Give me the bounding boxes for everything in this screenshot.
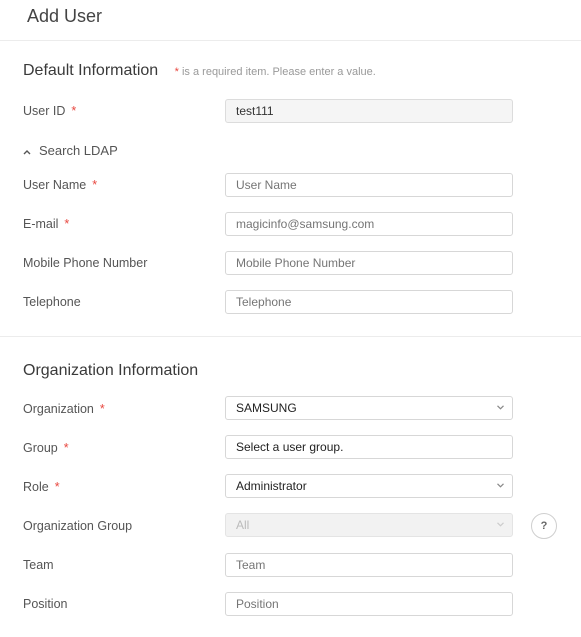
team-label: Team bbox=[23, 558, 54, 572]
mobile-phone-field[interactable] bbox=[225, 251, 513, 275]
group-select[interactable]: Select a user group. bbox=[225, 435, 513, 459]
label-text: User Name bbox=[23, 178, 87, 192]
search-ldap-label: Search LDAP bbox=[39, 143, 118, 158]
position-field[interactable] bbox=[225, 592, 513, 616]
role-label: Role * bbox=[23, 480, 60, 494]
label-text: Team bbox=[23, 558, 54, 572]
organization-value: SAMSUNG bbox=[236, 401, 297, 415]
user-name-field[interactable] bbox=[225, 173, 513, 197]
required-star: * bbox=[174, 66, 179, 78]
chevron-down-icon bbox=[497, 522, 504, 528]
team-field[interactable] bbox=[225, 553, 513, 577]
telephone-field[interactable] bbox=[225, 290, 513, 314]
required-note-text: is a required item. Please enter a value… bbox=[181, 66, 376, 78]
required-note: * is a required item. Please enter a val… bbox=[175, 66, 376, 78]
org-group-label: Organization Group bbox=[23, 519, 132, 533]
search-ldap-toggle[interactable]: Search LDAP bbox=[23, 143, 118, 158]
required-star: * bbox=[63, 441, 69, 455]
page-title: Add User bbox=[27, 6, 103, 26]
required-star: * bbox=[54, 480, 60, 494]
group-label: Group * bbox=[23, 441, 69, 455]
label-text: Mobile Phone Number bbox=[23, 256, 148, 270]
help-icon[interactable]: ? bbox=[531, 513, 557, 539]
label-text: Role bbox=[23, 480, 49, 494]
required-star: * bbox=[99, 402, 105, 416]
header-divider bbox=[0, 40, 581, 41]
role-value: Administrator bbox=[236, 479, 307, 493]
role-select[interactable]: Administrator bbox=[225, 474, 513, 498]
label-text: E-mail bbox=[23, 217, 59, 231]
mobile-label: Mobile Phone Number bbox=[23, 256, 147, 270]
org-group-value: All bbox=[236, 518, 250, 532]
group-value: Select a user group. bbox=[236, 440, 344, 454]
email-label: E-mail * bbox=[23, 217, 69, 231]
user-id-label: User ID * bbox=[23, 104, 76, 118]
section-title: Default Information bbox=[23, 62, 159, 79]
required-star: * bbox=[92, 178, 98, 192]
label-text: Position bbox=[23, 597, 68, 611]
required-star: * bbox=[64, 217, 70, 231]
position-label: Position bbox=[23, 597, 67, 611]
chevron-down-icon bbox=[497, 405, 504, 411]
label-text: Group bbox=[23, 441, 58, 455]
label-text: User ID bbox=[23, 104, 66, 118]
default-info-heading: Default Information * is a required item… bbox=[23, 62, 376, 80]
label-text: Organization Group bbox=[23, 519, 133, 533]
organization-label: Organization * bbox=[23, 402, 105, 416]
org-info-heading: Organization Information bbox=[23, 362, 199, 379]
required-star: * bbox=[71, 104, 77, 118]
chevron-down-icon bbox=[497, 483, 504, 489]
organization-select[interactable]: SAMSUNG bbox=[225, 396, 513, 420]
section-divider bbox=[0, 336, 581, 337]
chevron-up-icon bbox=[23, 143, 33, 158]
org-group-select: All bbox=[225, 513, 513, 537]
telephone-label: Telephone bbox=[23, 295, 81, 309]
user-name-label: User Name * bbox=[23, 178, 97, 192]
user-id-field[interactable] bbox=[225, 99, 513, 123]
label-text: Organization bbox=[23, 402, 94, 416]
label-text: Telephone bbox=[23, 295, 81, 309]
email-field[interactable] bbox=[225, 212, 513, 236]
